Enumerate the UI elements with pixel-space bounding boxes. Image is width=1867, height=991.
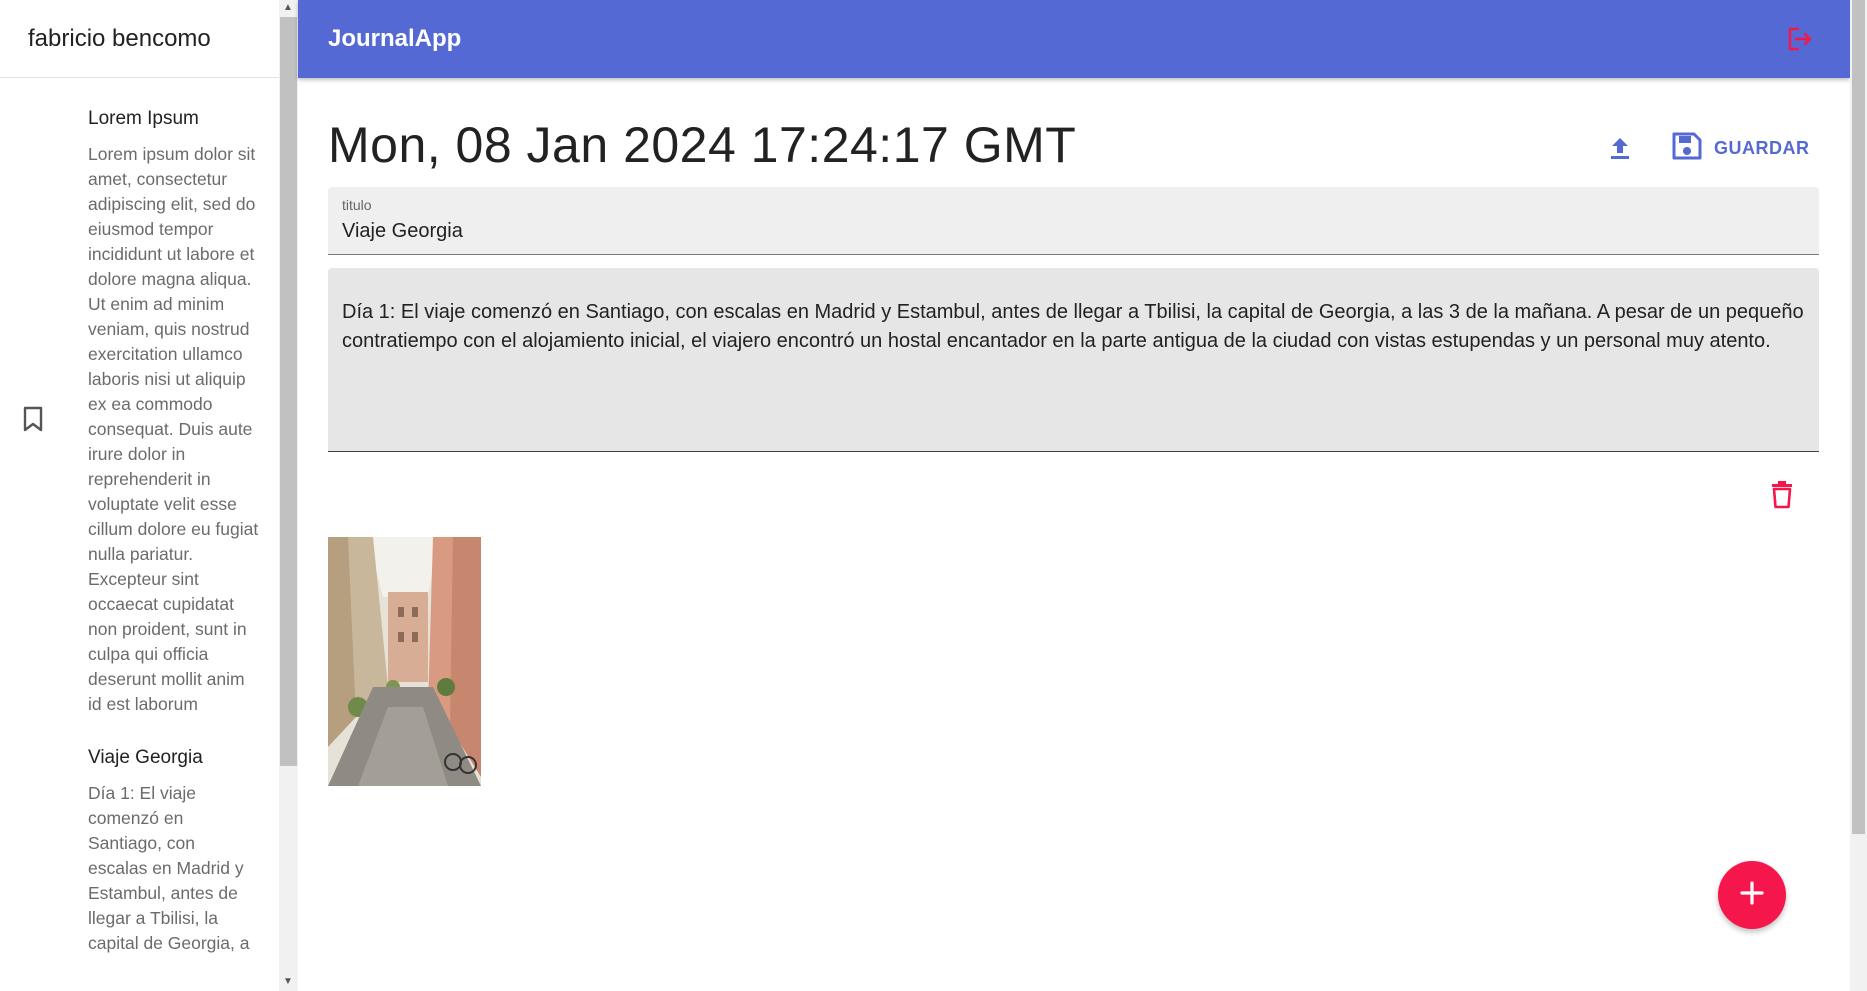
entry-title: Viaje Georgia xyxy=(88,747,203,768)
title-field[interactable]: titulo Viaje Georgia xyxy=(328,187,1819,255)
entry-title: Lorem Ipsum xyxy=(88,108,199,129)
plus-icon xyxy=(1739,880,1765,911)
entry-body: Día 1: El viaje comenzó en Santiago, con… xyxy=(88,783,250,953)
scroll-down-arrow-icon[interactable]: ▼ xyxy=(283,976,293,987)
app-title: JournalApp xyxy=(328,25,462,52)
title-field-value[interactable]: Viaje Georgia xyxy=(342,220,463,243)
upload-icon[interactable] xyxy=(1605,133,1635,163)
sidebar-scrollbar-thumb[interactable] xyxy=(280,17,297,766)
note-body-textarea[interactable]: Día 1: El viaje comenzó en Santiago, con… xyxy=(328,268,1819,452)
add-note-button[interactable] xyxy=(1718,861,1786,929)
note-view: Mon, 08 Jan 2024 17:24:17 GMT GUARDAR ti… xyxy=(298,78,1850,991)
note-date: Mon, 08 Jan 2024 17:24:17 GMT xyxy=(328,117,1077,173)
save-icon xyxy=(1670,130,1702,167)
save-button[interactable]: GUARDAR xyxy=(1670,128,1810,168)
save-button-label: GUARDAR xyxy=(1714,137,1810,158)
trash-icon[interactable] xyxy=(1768,480,1796,510)
bookmark-icon xyxy=(22,406,44,437)
window-scrollbar[interactable] xyxy=(1850,0,1867,991)
logout-icon[interactable] xyxy=(1786,26,1814,52)
journal-entry[interactable]: Viaje Georgia Día 1: El viaje comenzó en… xyxy=(0,717,279,956)
note-image xyxy=(328,537,481,786)
entry-body: Lorem ipsum dolor sit amet, consectetur … xyxy=(88,144,259,714)
sidebar-scrollbar[interactable]: ▲ ▼ xyxy=(279,0,298,991)
title-field-label: titulo xyxy=(342,197,372,213)
journal-entry-list: Lorem Ipsum Lorem ipsum dolor sit amet, … xyxy=(0,78,279,956)
sidebar: fabricio bencomo Lorem Ipsum Lorem ipsum… xyxy=(0,0,279,991)
scroll-up-arrow-icon[interactable]: ▲ xyxy=(283,2,293,13)
sidebar-header: fabricio bencomo xyxy=(0,0,279,78)
username: fabricio bencomo xyxy=(28,24,211,52)
journal-entry[interactable]: Lorem Ipsum Lorem ipsum dolor sit amet, … xyxy=(0,78,279,717)
app-bar: JournalApp xyxy=(298,0,1850,78)
window-scrollbar-thumb[interactable] xyxy=(1852,0,1865,834)
